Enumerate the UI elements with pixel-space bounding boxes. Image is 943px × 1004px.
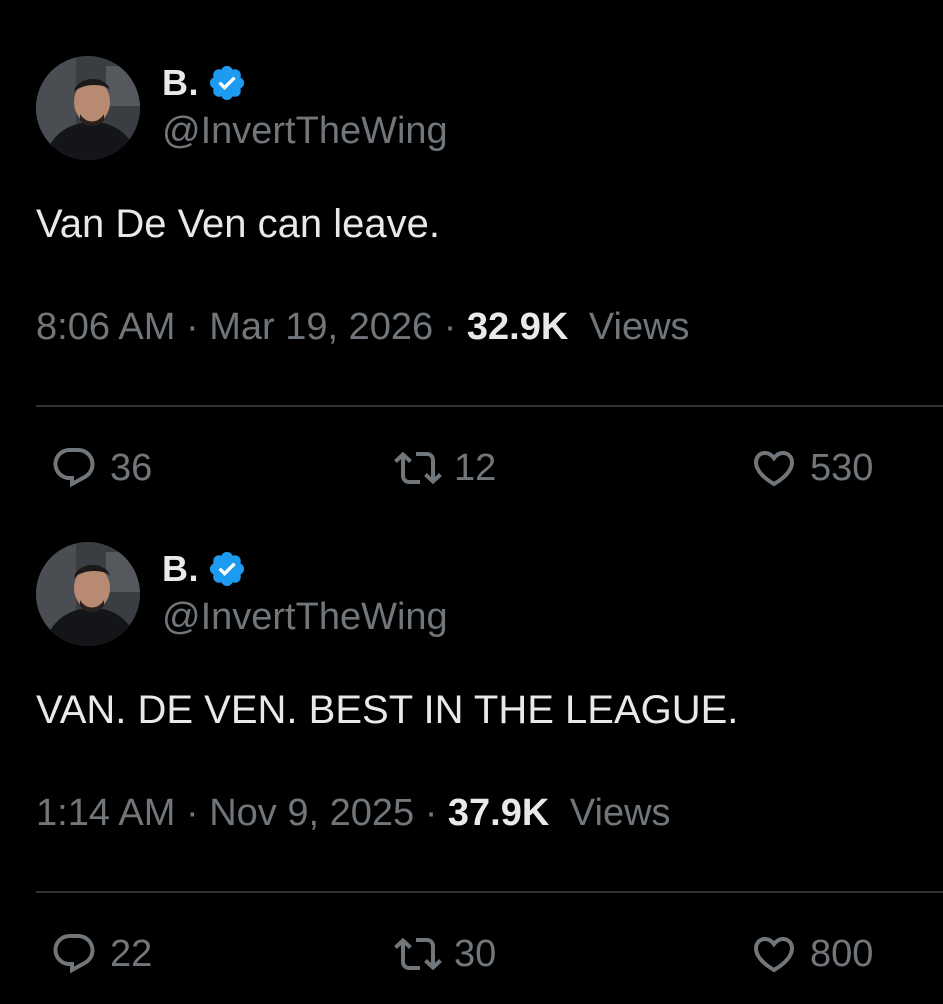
reply-button[interactable]: 22 xyxy=(50,930,152,978)
heart-icon xyxy=(753,937,795,973)
avatar[interactable] xyxy=(36,542,140,646)
tweet-time[interactable]: 1:14 AM xyxy=(36,792,175,834)
avatar[interactable] xyxy=(36,56,140,160)
avatar-photo xyxy=(36,56,140,160)
meta-separator: · xyxy=(185,792,210,834)
tweet-date[interactable]: Nov 9, 2025 xyxy=(209,792,414,834)
like-count: 530 xyxy=(810,446,874,489)
retweet-button[interactable]: 30 xyxy=(394,930,496,978)
views-label: Views xyxy=(569,792,671,834)
avatar-photo xyxy=(36,542,140,646)
author-display-name[interactable]: B. xyxy=(162,548,199,590)
tweet-meta: 1:14 AM · Nov 9, 2025 · 37.9K Views xyxy=(36,792,671,835)
tweet-text: VAN. DE VEN. BEST IN THE LEAGUE. xyxy=(36,688,739,732)
retweet-count: 30 xyxy=(454,932,497,975)
heart-icon xyxy=(753,451,795,487)
divider xyxy=(36,891,943,893)
tweet-time[interactable]: 8:06 AM xyxy=(36,306,175,348)
retweet-button[interactable]: 12 xyxy=(394,444,496,492)
tweet-date[interactable]: Mar 19, 2026 xyxy=(209,306,433,348)
verified-badge-icon xyxy=(207,549,247,589)
author-handle[interactable]: @InvertTheWing xyxy=(162,596,448,639)
author-display-name[interactable]: B. xyxy=(162,62,199,104)
like-count: 800 xyxy=(810,932,874,975)
reply-count: 36 xyxy=(110,446,153,489)
verified-badge-icon xyxy=(207,63,247,103)
meta-separator: · xyxy=(424,792,448,834)
retweet-count: 12 xyxy=(454,446,497,489)
reply-button[interactable]: 36 xyxy=(50,444,152,492)
speech-bubble-icon xyxy=(53,934,95,974)
author-name-row[interactable]: B. xyxy=(162,546,247,592)
divider xyxy=(36,405,943,407)
tweet-meta: 8:06 AM · Mar 19, 2026 · 32.9K Views xyxy=(36,306,690,349)
meta-separator: · xyxy=(443,306,467,348)
views-label: Views xyxy=(588,306,690,348)
like-button[interactable]: 530 xyxy=(750,444,873,492)
retweet-arrows-icon xyxy=(394,451,442,485)
like-button[interactable]: 800 xyxy=(750,930,873,978)
speech-bubble-icon xyxy=(53,448,95,488)
tweet-text: Van De Ven can leave. xyxy=(36,202,440,246)
author-name-row[interactable]: B. xyxy=(162,60,247,106)
reply-count: 22 xyxy=(110,932,153,975)
views-count: 37.9K xyxy=(447,792,550,834)
author-handle[interactable]: @InvertTheWing xyxy=(162,110,448,153)
retweet-arrows-icon xyxy=(394,937,442,971)
meta-separator: · xyxy=(185,306,210,348)
views-count: 32.9K xyxy=(466,306,569,348)
